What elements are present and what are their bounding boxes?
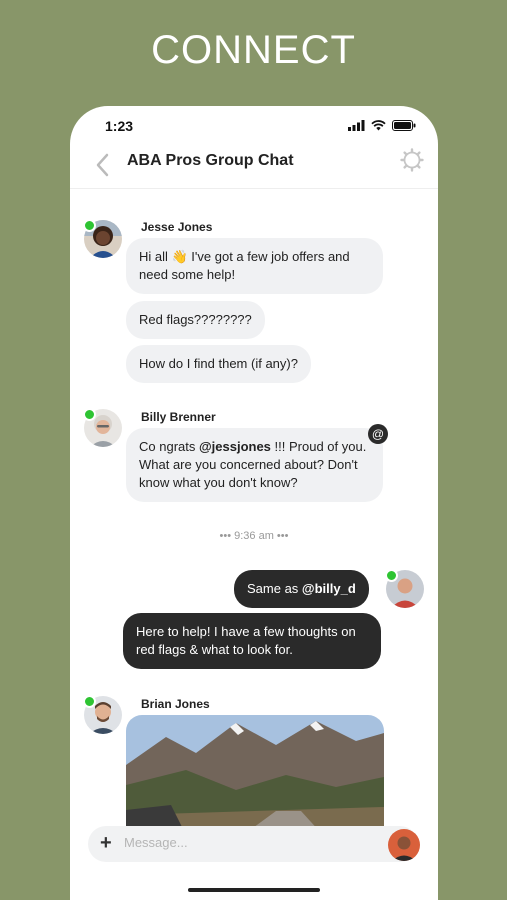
message-text: Same as (247, 581, 302, 596)
headline: CONNECT (151, 28, 356, 72)
chat-title: ABA Pros Group Chat (127, 152, 294, 169)
sender-name: Billy Brenner (141, 410, 216, 424)
add-attachment-icon[interactable]: + (100, 832, 112, 855)
mention-badge: @ (368, 424, 388, 444)
settings-gear-icon[interactable] (400, 148, 424, 172)
status-bar: 1:23 (70, 118, 438, 140)
message-bubble[interactable]: Hi all 👋 I've got a few job offers and n… (126, 238, 383, 294)
message-input[interactable] (122, 834, 356, 851)
online-indicator (83, 408, 96, 421)
phone-screen: 1:23 ABA Pros Group Chat Jesse Jones Hi … (70, 106, 438, 900)
back-chevron-icon[interactable] (90, 150, 116, 180)
message-text: Co ngrats (139, 439, 199, 454)
message-bubble[interactable]: How do I find them (if any)? (126, 345, 311, 383)
message-bubble-mention[interactable]: Co ngrats @jessjones !!! Proud of you. W… (126, 428, 383, 502)
online-indicator (83, 219, 96, 232)
sender-name: Brian Jones (141, 697, 210, 711)
sender-name: Jesse Jones (141, 220, 213, 234)
composer-avatar[interactable] (388, 829, 420, 861)
status-icons (348, 120, 416, 131)
message-bubble[interactable]: Red flags???????? (126, 301, 265, 339)
home-indicator (188, 888, 320, 892)
message-composer: + (88, 826, 418, 862)
status-time: 1:23 (105, 118, 134, 134)
signal-icon (348, 120, 365, 131)
timestamp-divider: ••• 9:36 am ••• (219, 530, 289, 542)
user-mention[interactable]: @billy_d (302, 581, 356, 596)
online-indicator (385, 569, 398, 582)
own-message-bubble[interactable]: Here to help! I have a few thoughts on r… (123, 613, 381, 669)
online-indicator (83, 695, 96, 708)
wifi-icon (371, 120, 386, 131)
user-mention[interactable]: @jessjones (199, 439, 271, 454)
own-message-bubble[interactable]: Same as @billy_d (234, 570, 369, 608)
chat-header: ABA Pros Group Chat (70, 144, 438, 189)
battery-icon (392, 120, 416, 131)
